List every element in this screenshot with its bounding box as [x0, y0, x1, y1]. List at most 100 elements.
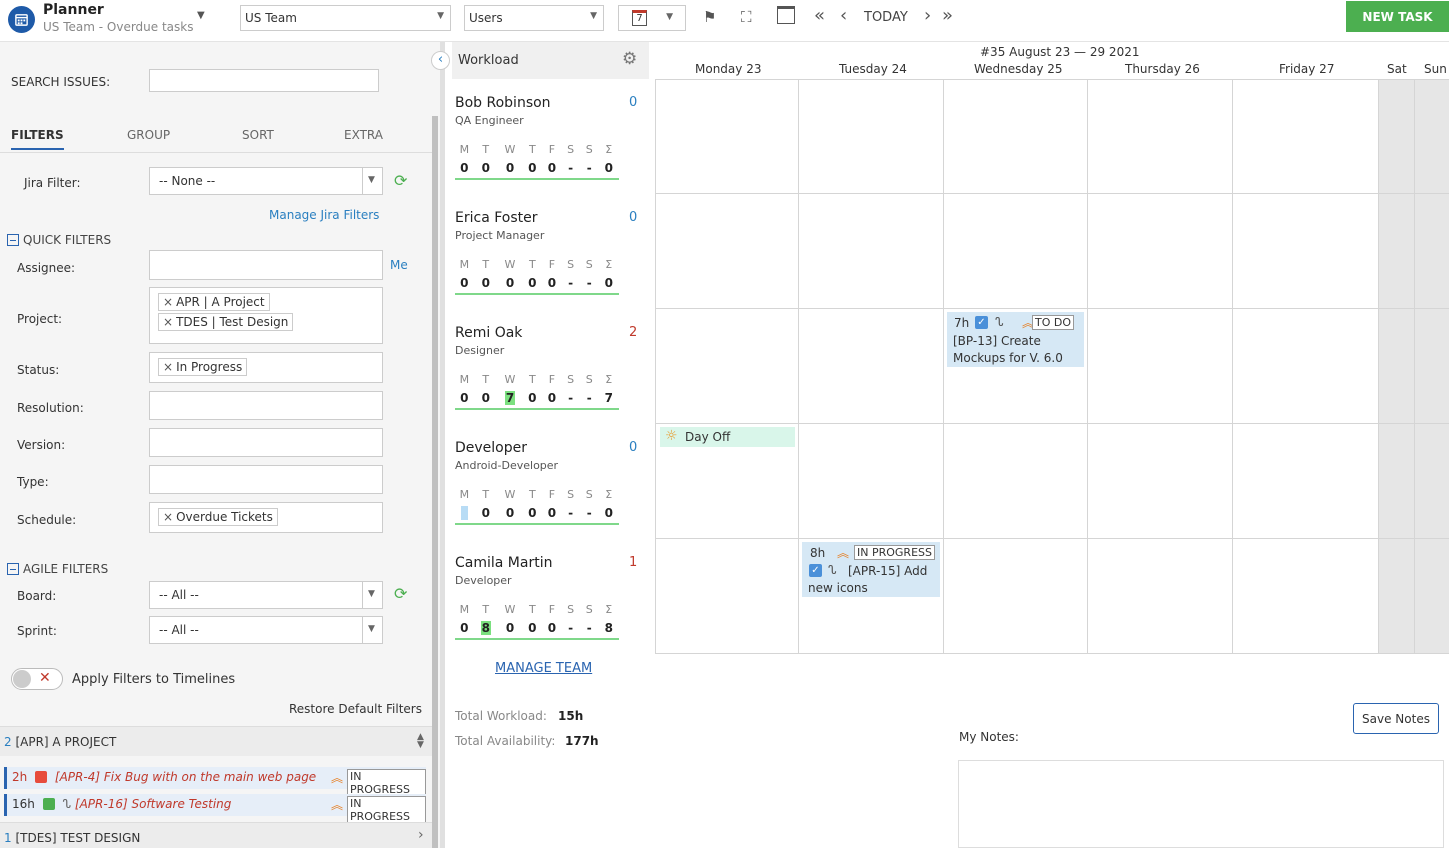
- chevron-right-icon[interactable]: ›: [924, 5, 931, 26]
- project-label: Project:: [17, 312, 63, 326]
- apply-filters-toggle[interactable]: ✕: [11, 668, 63, 690]
- day-letter: W: [504, 488, 516, 501]
- double-chevron-right-icon[interactable]: »: [942, 5, 953, 26]
- board-select[interactable]: -- All -- ▼: [149, 581, 383, 609]
- me-link[interactable]: Me: [390, 258, 408, 272]
- tab-filters[interactable]: FILTERS: [11, 128, 64, 150]
- notes-textarea[interactable]: [958, 760, 1444, 848]
- top-bar: Planner US Team - Overdue tasks ▼ US Tea…: [0, 0, 1449, 42]
- grid-line: [943, 79, 944, 654]
- chevron-down-icon: ▼: [590, 11, 597, 21]
- day-value-text: 0: [604, 276, 613, 290]
- assignee-input[interactable]: [149, 250, 383, 280]
- tab-group[interactable]: GROUP: [127, 128, 170, 142]
- day-value: -: [580, 161, 599, 175]
- user-row[interactable]: Erica Foster Project Manager 0 MTWTFSSΣ …: [445, 194, 655, 309]
- new-task-button[interactable]: NEW TASK: [1346, 1, 1449, 32]
- fullscreen-icon[interactable]: ⛶: [741, 8, 752, 26]
- chevron-left-icon[interactable]: ‹: [840, 5, 847, 26]
- day-value: 0: [455, 276, 474, 290]
- collapse-panel-icon[interactable]: ‹: [431, 51, 450, 70]
- remove-icon[interactable]: ×: [163, 315, 173, 329]
- version-input[interactable]: [149, 428, 383, 457]
- day-value: -: [561, 276, 580, 290]
- quick-filters-header[interactable]: QUICK FILTERS: [7, 233, 111, 247]
- status-badge: IN PROGRESS: [854, 545, 935, 560]
- team-select-value: US Team: [245, 11, 297, 25]
- user-row[interactable]: Remi Oak Designer 2 MTWTFSSΣ 00700--7: [445, 309, 655, 424]
- day-off-card[interactable]: ☼ Day Off: [660, 427, 795, 447]
- capacity-bar: [455, 638, 619, 640]
- double-chevron-left-icon[interactable]: «: [814, 5, 825, 26]
- restore-default-filters-link[interactable]: Restore Default Filters: [289, 702, 422, 716]
- user-row[interactable]: Camila Martin Developer 1 MTWTFSSΣ 08000…: [445, 539, 655, 654]
- day-value: 0: [522, 161, 543, 175]
- group-header-tdes[interactable]: 1 [TDES] TEST DESIGN ›: [0, 822, 432, 848]
- calendar-app-icon[interactable]: [8, 6, 35, 33]
- day-letter: S: [567, 373, 575, 386]
- project-input[interactable]: × APR | A Project × TDES | Test Design: [149, 287, 383, 344]
- weekday-row: MTWTFSSΣ: [455, 373, 619, 386]
- task-row[interactable]: 2h [APR-4] Fix Bug with on the main web …: [4, 767, 426, 797]
- resolution-input[interactable]: [149, 391, 383, 420]
- type-input[interactable]: [149, 465, 383, 494]
- scrollbar[interactable]: [432, 116, 438, 848]
- refresh-icon[interactable]: ⟳: [394, 584, 407, 603]
- day-value: 0: [498, 621, 522, 635]
- sort-icon[interactable]: ▲ ▼: [417, 733, 424, 750]
- remove-icon[interactable]: ×: [163, 360, 173, 374]
- day-letter: T: [528, 258, 536, 271]
- priority-high-icon: ︽: [331, 798, 344, 812]
- chevron-down-icon[interactable]: ▼: [197, 10, 205, 21]
- task-card[interactable]: 7h ✓ ᔐ ︽ TO DO [BP-13] Create Mockups fo…: [947, 312, 1084, 367]
- day-value: 0: [474, 506, 498, 520]
- task-card[interactable]: 8h ︽ IN PROGRESS ✓ ᔐ [APR-15] Add new ic…: [802, 542, 940, 597]
- tab-extra[interactable]: EXTRA: [344, 128, 383, 142]
- chevron-right-icon[interactable]: ›: [418, 827, 424, 843]
- manage-jira-filters-link[interactable]: Manage Jira Filters: [269, 208, 379, 222]
- workload-header: Workload ⚙: [452, 42, 649, 79]
- date-picker[interactable]: 7 ▼: [618, 5, 686, 31]
- tab-sort[interactable]: SORT: [242, 128, 274, 142]
- grid-line: [655, 79, 656, 654]
- remove-icon[interactable]: ×: [163, 510, 173, 524]
- user-row[interactable]: Bob Robinson QA Engineer 0 MTWTFSSΣ 0000…: [445, 79, 655, 194]
- user-row[interactable]: Developer Android-Developer 0 MTWTFSSΣ -…: [445, 424, 655, 539]
- today-button[interactable]: TODAY: [864, 10, 908, 25]
- day-letter: T: [528, 488, 536, 501]
- day-value-text: -: [586, 506, 592, 520]
- schedule-input[interactable]: × Overdue Tickets: [149, 502, 383, 533]
- remove-icon[interactable]: ×: [163, 295, 173, 309]
- calendar: #35 August 23 — 29 2021 Monday 23 Tuesda…: [655, 42, 1449, 654]
- group-header-apr[interactable]: 2 [APR] A PROJECT ▲ ▼: [0, 726, 432, 756]
- priority-high-icon: ︽: [331, 771, 344, 785]
- sprint-select[interactable]: -- All -- ▼: [149, 616, 383, 644]
- status-tag[interactable]: × In Progress: [158, 358, 248, 376]
- project-tag[interactable]: × TDES | Test Design: [158, 313, 294, 331]
- manage-team-link[interactable]: MANAGE TEAM: [495, 661, 592, 676]
- day-header: Sat: [1387, 62, 1407, 76]
- day-value: 0: [474, 276, 498, 290]
- jira-filter-select[interactable]: -- None -- ▼: [149, 167, 383, 195]
- gear-icon[interactable]: ⚙: [622, 49, 637, 69]
- status-input[interactable]: × In Progress: [149, 352, 383, 383]
- calendar-day-icon: 7: [632, 10, 647, 26]
- view-select[interactable]: Users ▼: [464, 5, 604, 31]
- refresh-icon[interactable]: ⟳: [394, 171, 407, 190]
- agile-filters-header[interactable]: AGILE FILTERS: [7, 562, 108, 576]
- save-notes-button[interactable]: Save Notes: [1353, 703, 1439, 734]
- day-letter: W: [504, 603, 516, 616]
- task-row[interactable]: 16h ᔐ [APR-16] Software Testing ︽ IN PRO…: [4, 794, 426, 824]
- day-value-text: -: [568, 506, 574, 520]
- user-name: Erica Foster: [455, 210, 538, 226]
- assignee-label: Assignee:: [17, 261, 76, 275]
- schedule-tag[interactable]: × Overdue Tickets: [158, 508, 278, 526]
- day-value-text: 0: [547, 161, 557, 175]
- team-select[interactable]: US Team ▼: [240, 5, 451, 31]
- chevron-down-icon: ▼: [368, 175, 375, 185]
- search-input[interactable]: [149, 69, 379, 92]
- flag-icon[interactable]: ⚑: [703, 8, 716, 26]
- calendar-icon[interactable]: [777, 6, 795, 24]
- story-icon: [42, 798, 55, 810]
- day-letter: F: [548, 488, 556, 501]
